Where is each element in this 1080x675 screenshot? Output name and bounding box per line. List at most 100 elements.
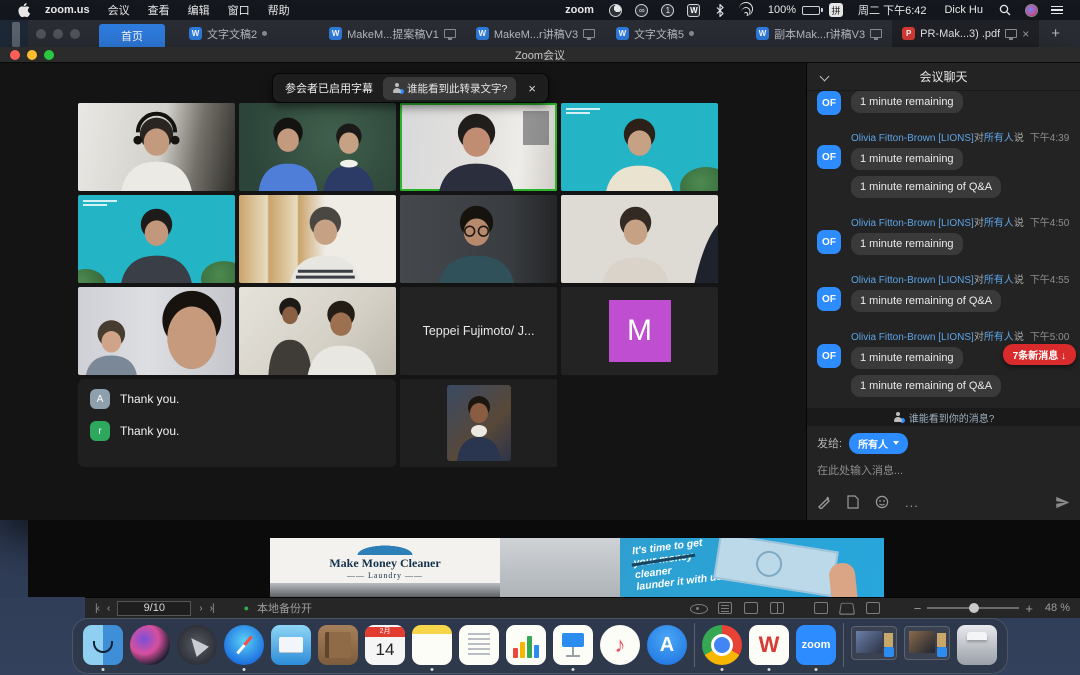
- participant-photo-tile[interactable]: [400, 379, 557, 467]
- dropdown-caret-icon: [893, 441, 899, 445]
- chat-message-list[interactable]: OF 1 minute remaining OF Olivia Fitton-B…: [807, 91, 1080, 408]
- wps-close-button[interactable]: [36, 29, 46, 39]
- dock-music[interactable]: ♪: [600, 625, 640, 665]
- send-to-selector[interactable]: 所有人: [849, 433, 908, 454]
- page-indicator[interactable]: 9/10: [117, 601, 191, 616]
- dock-trash[interactable]: [957, 625, 997, 665]
- dock-numbers[interactable]: [506, 625, 546, 665]
- dock-calendar[interactable]: 2月 14: [365, 625, 405, 665]
- fit-page-icon[interactable]: [866, 602, 880, 614]
- dock-keynote[interactable]: [553, 625, 593, 665]
- first-page-button[interactable]: |‹: [95, 603, 99, 614]
- facing-pages-icon[interactable]: [770, 602, 784, 614]
- battery-icon[interactable]: [802, 6, 823, 15]
- zoom-out-icon[interactable]: −: [914, 601, 922, 616]
- onepassword-icon[interactable]: 1: [660, 3, 676, 17]
- bluetooth-icon[interactable]: [712, 3, 728, 17]
- dock-chrome[interactable]: [702, 625, 742, 665]
- dock-safari[interactable]: [224, 625, 264, 665]
- last-page-button[interactable]: ›|: [210, 603, 214, 614]
- participant-video[interactable]: [78, 103, 235, 191]
- dock-textedit[interactable]: [459, 625, 499, 665]
- participant-video[interactable]: [561, 103, 718, 191]
- chat-message-input[interactable]: [817, 454, 1070, 488]
- wps-minimize-button[interactable]: [53, 29, 63, 39]
- dock-siri[interactable]: [130, 625, 170, 665]
- backup-status-label[interactable]: 本地备份开: [257, 600, 312, 616]
- participant-name-tile[interactable]: Teppei Fujimoto/ J...: [400, 287, 557, 375]
- dock-launchpad[interactable]: [177, 625, 217, 665]
- next-page-button[interactable]: ›: [199, 603, 201, 614]
- presenting-screen-icon: [583, 29, 595, 38]
- wps-zoom-button[interactable]: [70, 29, 80, 39]
- emoji-icon[interactable]: [875, 495, 889, 509]
- dock-wps-office[interactable]: W: [749, 625, 789, 665]
- creative-cloud-icon[interactable]: ∞: [634, 3, 650, 17]
- single-page-view-icon[interactable]: [718, 602, 732, 614]
- minimized-keynote-window[interactable]: [904, 626, 950, 660]
- participant-video[interactable]: [400, 195, 557, 283]
- screen-recording-icon[interactable]: [608, 3, 624, 17]
- zoom-title-bar[interactable]: Zoom会议: [0, 47, 1080, 63]
- zoom-slider-thumb[interactable]: [969, 603, 979, 613]
- participant-video[interactable]: [561, 195, 718, 283]
- input-method-icon[interactable]: 拼: [828, 3, 844, 17]
- zoom-percentage[interactable]: 48 %: [1045, 602, 1070, 614]
- close-tab-icon[interactable]: ×: [1022, 27, 1029, 41]
- participant-video[interactable]: [78, 287, 235, 375]
- close-banner-icon[interactable]: ×: [528, 81, 536, 96]
- new-tab-button[interactable]: +: [1039, 25, 1072, 42]
- attach-file-icon[interactable]: [847, 495, 859, 509]
- new-messages-badge[interactable]: 7条新消息 ↓: [1003, 344, 1076, 365]
- tab-doc-1[interactable]: W 文字文稿2: [179, 20, 319, 47]
- apple-logo-icon[interactable]: [15, 3, 31, 17]
- tab-doc-4[interactable]: W 文字文稿5: [606, 20, 746, 47]
- participant-video-active-speaker[interactable]: [400, 103, 557, 191]
- actual-size-icon[interactable]: [814, 602, 828, 614]
- dock-notes[interactable]: [412, 625, 452, 665]
- active-app-name[interactable]: zoom.us: [36, 4, 99, 16]
- crop-page-icon[interactable]: [839, 603, 855, 615]
- participant-video[interactable]: [239, 103, 396, 191]
- menubar-clock[interactable]: 周二 下午6:42: [849, 2, 935, 18]
- menu-meeting[interactable]: 会议: [99, 2, 139, 18]
- participant-video[interactable]: [239, 195, 396, 283]
- spotlight-search-icon[interactable]: [997, 3, 1013, 17]
- wifi-icon[interactable]: [738, 3, 754, 17]
- presentation-slide-peek[interactable]: Make Money Cleaner —— Laundry —— It's ti…: [270, 538, 884, 597]
- menu-help[interactable]: 帮助: [259, 2, 299, 18]
- tab-pdf[interactable]: P PR-Mak...3) .pdf ×: [892, 20, 1039, 47]
- previous-page-button[interactable]: ‹: [107, 603, 109, 614]
- dock-finder[interactable]: [83, 625, 123, 665]
- zoom-status-item[interactable]: zoom: [556, 4, 603, 16]
- siri-icon[interactable]: [1023, 3, 1039, 17]
- tab-home[interactable]: 首页: [99, 24, 165, 47]
- more-options-button[interactable]: ...: [905, 495, 919, 510]
- participant-video[interactable]: [239, 287, 396, 375]
- participant-video[interactable]: [78, 195, 235, 283]
- menu-view[interactable]: 查看: [139, 2, 179, 18]
- chevron-down-icon[interactable]: [820, 72, 830, 82]
- dock-contacts[interactable]: [318, 625, 358, 665]
- page-view-icon[interactable]: [744, 602, 758, 614]
- notification-center-icon[interactable]: [1049, 3, 1065, 17]
- menu-window[interactable]: 窗口: [219, 2, 259, 18]
- zoom-in-icon[interactable]: +: [1025, 601, 1033, 616]
- wps-menubar-icon[interactable]: W: [686, 3, 702, 17]
- send-message-icon[interactable]: [1055, 495, 1070, 510]
- participant-initial-tile[interactable]: M: [561, 287, 718, 375]
- tab-doc-2[interactable]: W MakeM...提案稿V1: [319, 20, 466, 47]
- user-menu[interactable]: Dick Hu: [935, 4, 992, 16]
- dock-appstore[interactable]: A: [647, 625, 687, 665]
- menu-edit[interactable]: 编辑: [179, 2, 219, 18]
- message-privacy-bar[interactable]: 谁能看到你的消息?: [807, 408, 1080, 426]
- format-text-icon[interactable]: [817, 495, 831, 509]
- tab-doc-3[interactable]: W MakeM...r讲稿V3: [466, 20, 606, 47]
- dock-mail[interactable]: [271, 625, 311, 665]
- read-mode-icon[interactable]: [690, 602, 706, 614]
- who-can-see-transcript-button[interactable]: 谁能看到此转录文字?: [383, 77, 516, 100]
- zoom-slider[interactable]: − +: [914, 601, 1033, 616]
- dock-zoom[interactable]: zoom: [796, 625, 836, 665]
- tab-doc-5[interactable]: W 副本Mak...r讲稿V3: [746, 20, 892, 47]
- minimized-keynote-window[interactable]: [851, 626, 897, 660]
